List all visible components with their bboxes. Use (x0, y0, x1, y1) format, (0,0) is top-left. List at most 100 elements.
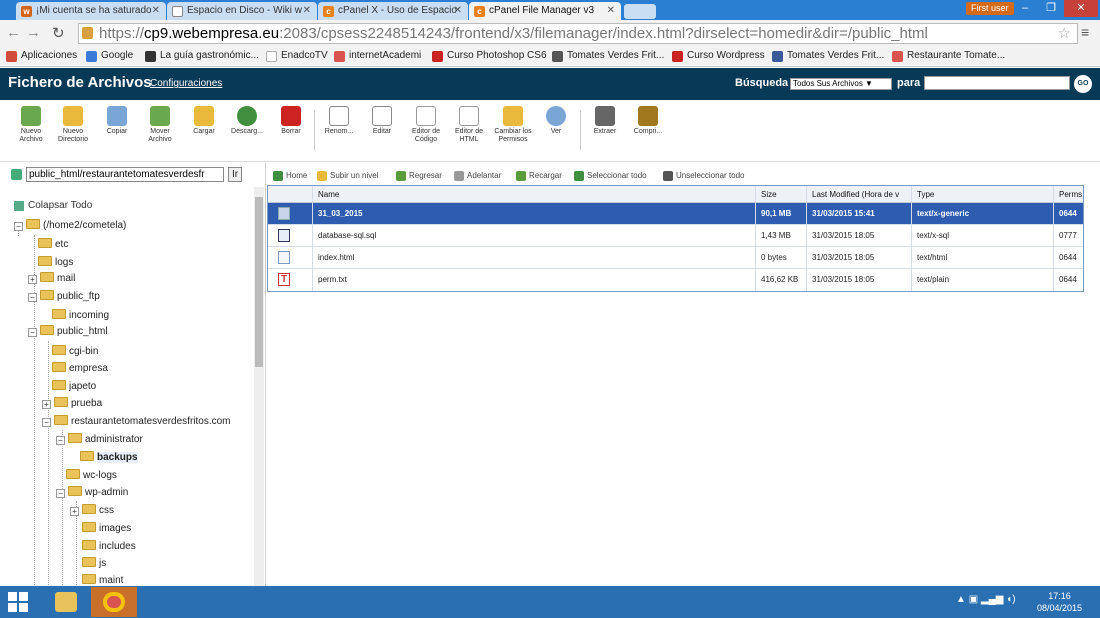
code-editor-button[interactable]: Editor de Código (405, 106, 447, 144)
file-name[interactable]: index.html (312, 247, 755, 268)
table-row[interactable]: index.html 0 bytes 31/03/2015 18:05 text… (268, 247, 1083, 269)
tree-item-administrator[interactable]: − administrator (56, 431, 143, 448)
header-type[interactable]: Type (911, 186, 1053, 202)
expand-toggle[interactable]: + (28, 275, 37, 284)
move-button[interactable]: Mover Archivo (139, 106, 181, 144)
extract-button[interactable]: Extraer (584, 106, 626, 136)
search-scope-select[interactable]: Todos Sus Archivos ▼ (790, 78, 892, 90)
forward-icon[interactable]: → (26, 24, 41, 41)
rename-button[interactable]: Renom... (318, 106, 360, 136)
back-icon[interactable]: ← (6, 24, 21, 41)
compress-button[interactable]: Compri... (627, 106, 669, 136)
bookmark-enadco[interactable]: EnadcoTV (266, 50, 328, 62)
file-perms[interactable]: 0644 (1053, 269, 1085, 291)
clock[interactable]: 17:16 08/04/2015 (1037, 590, 1082, 614)
bookmark-apps[interactable]: Aplicaciones (6, 50, 77, 62)
path-go-button[interactable]: Ir (228, 167, 242, 182)
upload-button[interactable]: Cargar (183, 106, 225, 136)
chrome-taskbar-button[interactable] (91, 587, 137, 617)
path-input[interactable]: public_html/restaurantetomatesverdesfr (26, 167, 224, 182)
bookmark-internetacademi[interactable]: internetAcademi (334, 50, 421, 62)
collapse-toggle[interactable]: − (42, 418, 51, 427)
tree-item-js[interactable]: js (82, 555, 106, 572)
tree-item-prueba[interactable]: + prueba (42, 395, 102, 412)
unselect-all-button[interactable]: Unseleccionar todo (663, 171, 744, 181)
collapse-toggle[interactable]: − (28, 293, 37, 302)
tree-item-public-ftp[interactable]: − public_ftp (28, 288, 100, 305)
bookmark-tomates-1[interactable]: Tomates Verdes Frit... (552, 50, 664, 62)
volume-icon[interactable]: ◖) (1006, 594, 1015, 605)
file-name[interactable]: database-sql.sql (312, 225, 755, 246)
bookmark-star-icon[interactable]: ☆ (1058, 24, 1071, 43)
maximize-icon[interactable]: ❐ (1038, 0, 1064, 17)
close-icon[interactable]: ✕ (454, 2, 462, 20)
tree-item-japeto[interactable]: japeto (52, 378, 96, 395)
delete-button[interactable]: Borrar (270, 106, 312, 136)
collapse-toggle[interactable]: − (14, 222, 23, 231)
forward-button[interactable]: Adelantar (454, 171, 501, 181)
profile-badge[interactable]: First user (966, 2, 1014, 15)
home-button[interactable]: Home (273, 171, 307, 181)
menu-icon[interactable]: ≡ (1081, 24, 1089, 40)
tree-item-includes[interactable]: includes (82, 538, 136, 555)
back-button[interactable]: Regresar (396, 171, 442, 181)
expand-toggle[interactable]: + (42, 400, 51, 409)
reload-button[interactable]: Recargar (516, 171, 562, 181)
file-perms[interactable]: 0644 (1053, 247, 1085, 268)
tree-item-wp-admin[interactable]: − wp-admin (56, 484, 128, 501)
bookmark-restaurante[interactable]: Restaurante Tomate... (892, 50, 1005, 62)
tree-item-home[interactable]: − (/home2/cometela) (14, 217, 126, 234)
file-name[interactable]: perm.txt (312, 269, 755, 291)
collapse-toggle[interactable]: − (28, 328, 37, 337)
close-icon[interactable]: ✕ (607, 2, 615, 20)
select-all-button[interactable]: Seleccionar todo (574, 171, 647, 181)
permissions-button[interactable]: Cambiar los Permisos (492, 106, 534, 144)
collapse-toggle[interactable]: − (56, 436, 65, 445)
browser-tab-3[interactable]: c cPanel X - Uso de Espacio ✕ (318, 2, 468, 20)
expand-toggle[interactable]: + (70, 507, 79, 516)
table-row[interactable]: T perm.txt 416,62 KB 31/03/2015 18:05 te… (268, 269, 1083, 291)
minimize-icon[interactable]: – (1012, 0, 1038, 17)
table-row[interactable]: 31_03_2015 90,1 MB 31/03/2015 15:41 text… (268, 203, 1083, 225)
tree-item-images[interactable]: images (82, 520, 131, 537)
header-size[interactable]: Size (755, 186, 806, 202)
collapse-toggle[interactable]: − (56, 489, 65, 498)
reload-icon[interactable]: ↻ (52, 24, 65, 42)
search-input[interactable] (924, 76, 1070, 90)
header-perms[interactable]: Perms (1053, 186, 1085, 202)
tree-item-empresa[interactable]: empresa (52, 360, 108, 377)
windows-start-button[interactable] (8, 592, 28, 612)
signal-icon[interactable]: ▂▄▆ (981, 594, 1003, 605)
tree-item-cgi-bin[interactable]: cgi-bin (52, 343, 98, 360)
file-explorer-taskbar-button[interactable] (43, 587, 89, 617)
up-level-button[interactable]: Subir un nivel (317, 171, 378, 181)
copy-button[interactable]: Copiar (96, 106, 138, 136)
settings-link[interactable]: Configuraciones (150, 78, 222, 89)
edit-button[interactable]: Editar (361, 106, 403, 136)
file-perms[interactable]: 0777 (1053, 225, 1085, 246)
new-file-button[interactable]: Nuevo Archivo (10, 106, 52, 144)
file-perms[interactable]: 0644 (1053, 203, 1085, 224)
bookmark-google[interactable]: Google (86, 50, 133, 62)
collapse-all-link[interactable]: Colapsar Todo (14, 200, 92, 211)
table-row[interactable]: database-sql.sql 1,43 MB 31/03/2015 18:0… (268, 225, 1083, 247)
system-tray[interactable]: ▲ ▣ ▂▄▆ ◖) (956, 594, 1016, 605)
bookmark-wordpress[interactable]: Curso Wordpress (672, 50, 765, 62)
tree-item-public-html[interactable]: − public_html (28, 323, 108, 340)
html-editor-button[interactable]: Editor de HTML (448, 106, 490, 144)
bookmark-guia[interactable]: La guía gastronómic... (145, 50, 259, 62)
tree-item-mail[interactable]: + mail (28, 270, 75, 287)
bookmark-tomates-2[interactable]: Tomates Verdes Frit... (772, 50, 884, 62)
tree-scrollbar[interactable] (254, 187, 264, 586)
chevron-up-icon[interactable]: ▲ (956, 594, 966, 605)
search-go-button[interactable]: GO (1074, 75, 1092, 93)
browser-tab-2[interactable]: Espacio en Disco - Wiki w ✕ (167, 2, 317, 20)
tree-item-restaurante[interactable]: − restaurantetomatesverdesfritos.com (42, 413, 231, 430)
file-name[interactable]: 31_03_2015 (312, 203, 755, 224)
download-button[interactable]: Descarg... (226, 106, 268, 136)
tree-item-backups[interactable]: backups (80, 449, 138, 466)
close-icon[interactable]: ✕ (152, 2, 160, 20)
new-tab-button[interactable] (624, 4, 656, 19)
address-bar[interactable]: https://cp9.webempresa.eu:2083/cpsess224… (78, 23, 1078, 44)
network-icon[interactable]: ▣ (969, 594, 978, 605)
